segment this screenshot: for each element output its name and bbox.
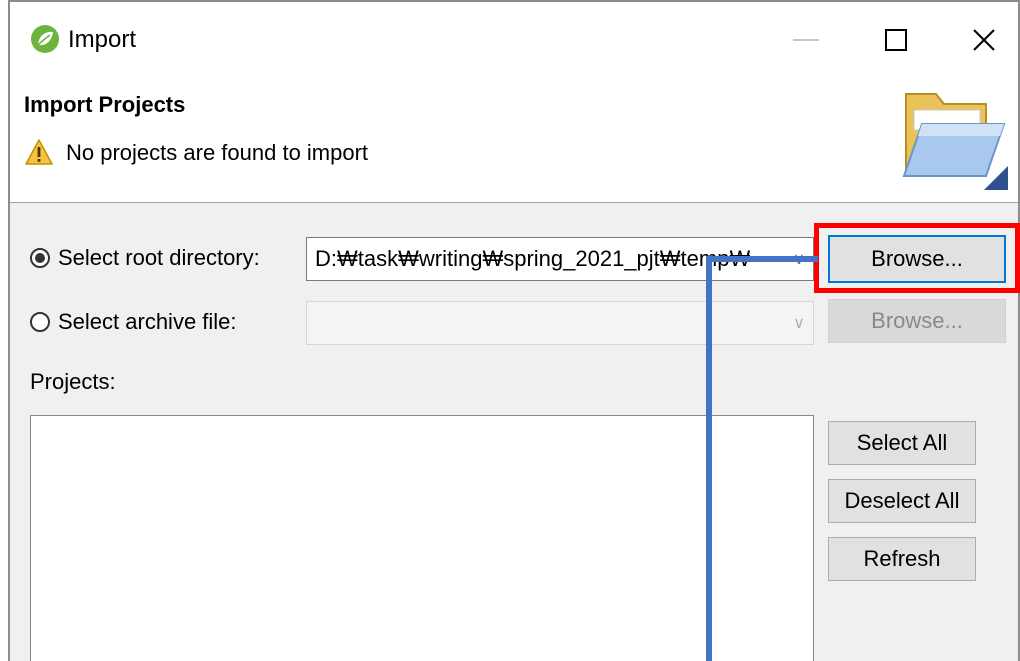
minimize-icon <box>793 39 819 41</box>
window-title: Import <box>68 26 137 53</box>
maximize-icon <box>885 29 907 51</box>
maximize-button[interactable] <box>866 12 926 68</box>
projects-list[interactable] <box>30 415 814 661</box>
root-directory-radio[interactable] <box>30 248 50 268</box>
archive-file-radio[interactable] <box>30 312 50 332</box>
archive-file-combo: ∨ <box>306 301 814 345</box>
browse-archive-button: Browse... <box>828 299 1006 343</box>
import-dialog: Import Import Projects No projects are f… <box>0 0 1020 661</box>
close-icon <box>973 29 995 51</box>
root-directory-label: Select root directory: <box>58 245 260 270</box>
chevron-down-icon: ∨ <box>793 315 805 332</box>
projects-label: Projects: <box>30 369 116 394</box>
spring-leaf-icon <box>31 25 59 53</box>
warning-icon <box>25 139 53 165</box>
deselect-all-button[interactable]: Deselect All <box>828 479 976 523</box>
annotation-highlight-box <box>814 223 1020 293</box>
status-message: No projects are found to import <box>66 140 369 165</box>
minimize-button[interactable] <box>776 12 836 68</box>
import-source-panel: Select root directory: D:₩task₩writing₩s… <box>10 203 1020 661</box>
close-button[interactable] <box>954 12 1014 68</box>
folder-icon <box>902 93 1008 190</box>
root-directory-option[interactable]: Select root directory: <box>30 245 260 271</box>
annotation-connector-horizontal <box>706 256 818 262</box>
select-all-button[interactable]: Select All <box>828 421 976 465</box>
archive-file-option[interactable]: Select archive file: <box>30 309 237 335</box>
refresh-button[interactable]: Refresh <box>828 537 976 581</box>
page-title: Import Projects <box>24 92 186 117</box>
annotation-connector-vertical <box>706 256 712 661</box>
archive-file-label: Select archive file: <box>58 309 237 334</box>
title-bar[interactable]: Import <box>10 2 1018 76</box>
wizard-banner: Import Projects No projects are found to… <box>10 76 1018 203</box>
